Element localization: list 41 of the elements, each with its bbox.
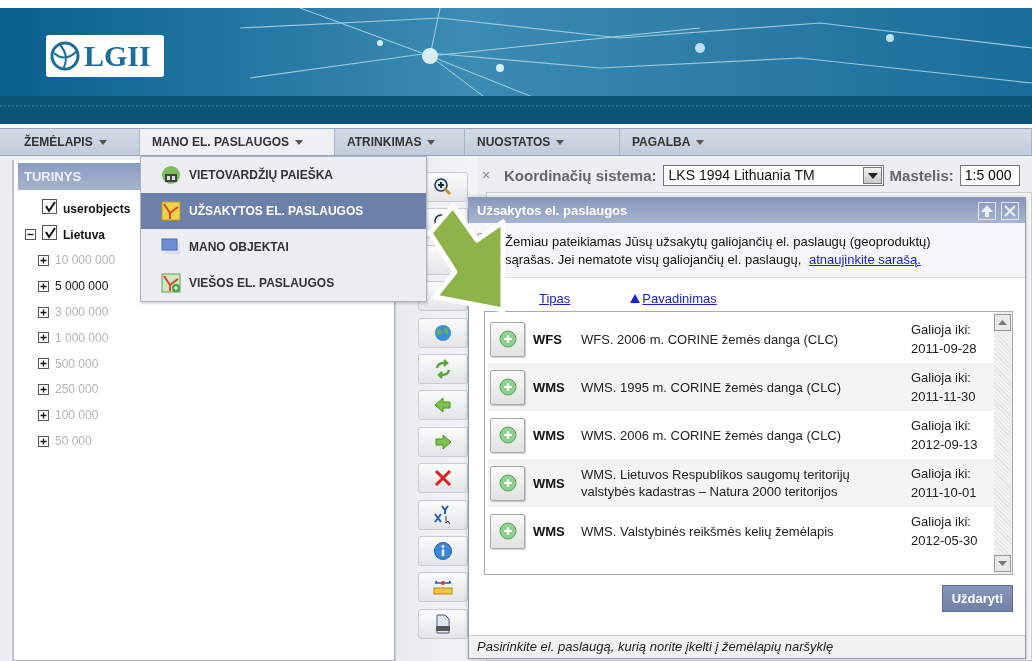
menu-item[interactable]: VIEŠOS EL. PASLAUGOS bbox=[141, 265, 426, 301]
sort-link[interactable]: Tipas bbox=[539, 288, 571, 308]
service-type: WMS bbox=[533, 475, 566, 491]
valid-until-date: 2011-10-01 bbox=[911, 484, 977, 502]
valid-until-date: 2011-11-30 bbox=[911, 388, 976, 406]
valid-until-date: 2012-05-30 bbox=[911, 532, 978, 550]
status-bar: Pasirinkite el. paslaugą, kurią norite įkelti į žemėlapių naršyklę bbox=[469, 635, 1025, 658]
menu-item[interactable]: UŽSAKYTOS EL. PASLAUGOS bbox=[141, 193, 426, 229]
valid-until-label: Galioja iki: bbox=[911, 369, 972, 387]
valid-until-date: 2012-09-13 bbox=[911, 436, 978, 454]
menu-item[interactable]: NUOSTATOS bbox=[465, 129, 620, 155]
scale-field[interactable]: 1:5 000 bbox=[959, 164, 1020, 186]
crs-label: Koordinačių sistema: bbox=[504, 166, 657, 184]
service-type: WFS bbox=[533, 331, 563, 347]
valid-until-label: Galioja iki: bbox=[911, 321, 972, 339]
service-type: WMS bbox=[533, 523, 566, 539]
service-name: WFS. 2006 m. CORINE žemės danga (CLC) bbox=[581, 330, 840, 348]
menu-item[interactable]: ATRINKIMAS bbox=[335, 129, 465, 155]
service-name: WMS. Lietuvos Respublikos saugomų teritorijų valstybės kadastras – Natura 2000 teritorijos bbox=[581, 466, 851, 500]
valid-until-label: Galioja iki: bbox=[911, 513, 972, 531]
service-name: WMS. 2006 m. CORINE žemės danga (CLC) bbox=[581, 426, 843, 444]
refresh-link[interactable]: atnaujinkite sarašą. bbox=[808, 252, 921, 267]
menu-item[interactable]: PAGALBA bbox=[620, 129, 1032, 155]
dialog-title: Užsakytos el. paslaugos bbox=[477, 203, 628, 218]
valid-until-label: Galioja iki: bbox=[911, 417, 972, 435]
intro-text: Žemiau pateikiamas Jūsų užsakytų galiojančių el. paslaugų (geoproduktų) sąrašas. Jei nematote visų galiojančių el. paslaugų, atnaujinkite sarašą. bbox=[505, 233, 932, 269]
crs-dropdown[interactable]: LKS 1994 Lithuania TM bbox=[662, 164, 884, 186]
menu-item[interactable]: MANO EL. PASLAUGOS bbox=[140, 129, 335, 155]
menu-item[interactable]: MANO OBJEKTAI bbox=[141, 229, 426, 265]
logo-text: LGII bbox=[84, 41, 151, 71]
scale-label: Mastelis: bbox=[889, 166, 954, 184]
tree-item[interactable]: Lietuva bbox=[63, 227, 105, 242]
service-type: WMS bbox=[533, 379, 566, 395]
sort-link[interactable]: Pavadinimas bbox=[630, 288, 717, 308]
tree-item[interactable]: userobjects bbox=[63, 201, 131, 216]
valid-until-date: 2011-09-28 bbox=[911, 340, 977, 358]
service-type: WMS bbox=[533, 427, 566, 443]
tree-item[interactable]: 5 000 000 bbox=[55, 279, 109, 294]
valid-until-label: Galioja iki: bbox=[911, 465, 972, 483]
service-name: WMS. Valstybinės reikšmės kelių žemėlapis bbox=[581, 522, 835, 540]
service-name: WMS. 1995 m. CORINE žemės danga (CLC) bbox=[581, 378, 843, 396]
